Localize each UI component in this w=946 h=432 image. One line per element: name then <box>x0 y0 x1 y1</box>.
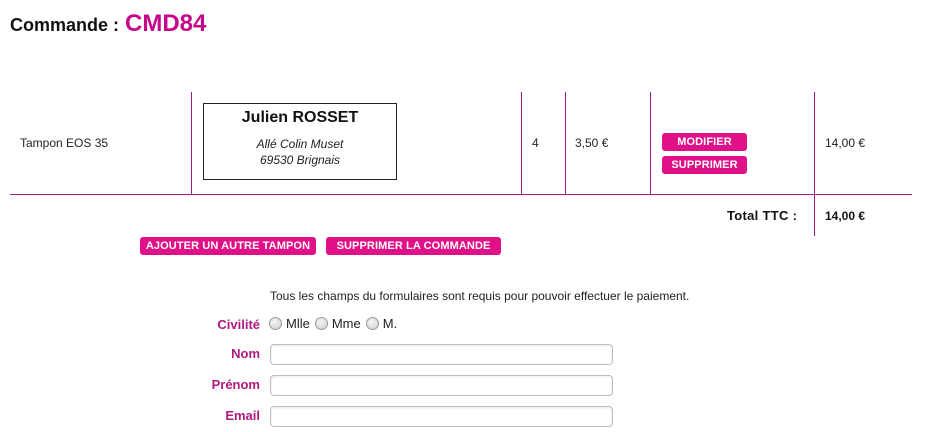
recipient-name: Julien ROSSET <box>241 109 359 126</box>
recipient-address-box: Julien ROSSET Allé Colin Muset 69530 Bri… <box>203 103 397 180</box>
order-title-label: Commande : <box>10 15 120 35</box>
column-divider <box>650 92 651 194</box>
radio-label: Mme <box>331 316 361 331</box>
add-stamp-button[interactable]: AJOUTER UN AUTRE TAMPON <box>140 237 316 255</box>
radio-label: Mlle <box>286 316 310 331</box>
radio-button[interactable] <box>365 317 379 330</box>
nom-input[interactable] <box>270 344 613 365</box>
form-notice: Tous les champs du formulaires sont requ… <box>270 289 690 303</box>
line-total: 14,00 € <box>825 136 866 150</box>
radio-option-m[interactable]: M. <box>365 316 398 331</box>
recipient-address-line2: 69530 Brignais <box>259 153 341 167</box>
column-divider <box>521 92 522 194</box>
radio-button[interactable] <box>314 317 328 330</box>
civility-label: Civilité <box>217 317 260 332</box>
nom-label: Nom <box>231 346 260 361</box>
order-code: CMD84 <box>125 10 207 37</box>
unit-price: 3,50 € <box>575 136 609 150</box>
radio-option-mme[interactable]: Mme <box>314 316 361 331</box>
column-divider <box>191 92 192 194</box>
total-label: Total TTC : <box>727 208 798 223</box>
prenom-label: Prénom <box>211 377 260 392</box>
column-divider <box>565 92 566 194</box>
delete-item-button[interactable]: SUPPRIMER <box>662 156 747 174</box>
total-value: 14,00 € <box>825 209 866 223</box>
product-name: Tampon EOS 35 <box>20 136 109 150</box>
page-title: Commande : CMD84 <box>10 10 206 38</box>
row-divider <box>10 194 912 195</box>
column-divider <box>814 92 815 236</box>
order-table: Tampon EOS 35 Julien ROSSET Allé Colin M… <box>10 92 912 236</box>
quantity: 4 <box>532 136 539 150</box>
radio-button[interactable] <box>269 317 282 330</box>
modify-button[interactable]: MODIFIER <box>662 133 747 151</box>
radio-option-mlle[interactable]: Mlle <box>269 316 310 331</box>
email-input[interactable] <box>270 406 613 427</box>
email-label: Email <box>225 408 260 423</box>
radio-label: M. <box>382 316 398 331</box>
civility-radio-group: Mlle Mme M. <box>269 316 402 331</box>
delete-order-button[interactable]: SUPPRIMER LA COMMANDE <box>326 237 501 255</box>
prenom-input[interactable] <box>270 375 613 396</box>
recipient-address-line1: Allé Colin Muset <box>256 137 344 151</box>
